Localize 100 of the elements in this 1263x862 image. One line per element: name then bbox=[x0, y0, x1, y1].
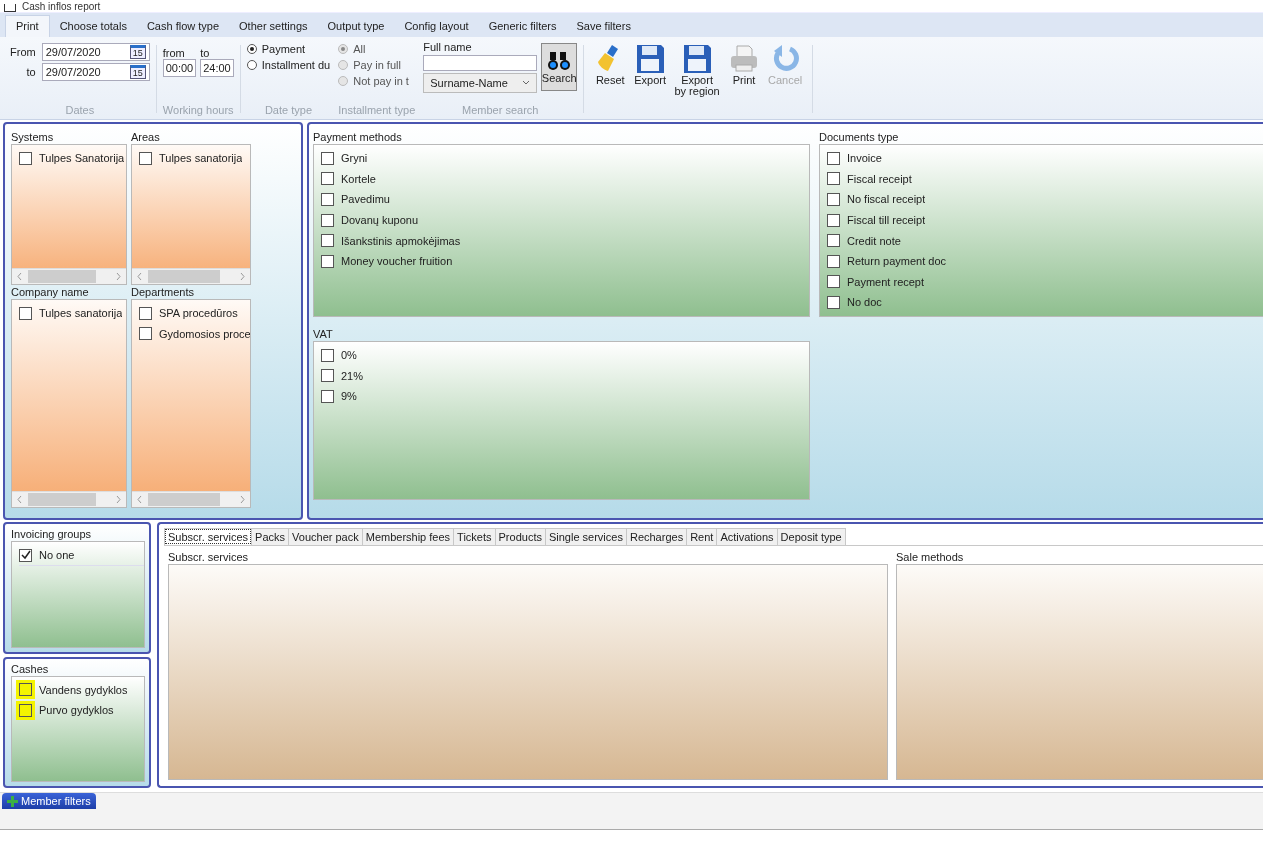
ribbon-tab[interactable]: Other settings bbox=[229, 16, 318, 37]
service-tab[interactable]: Membership fees bbox=[361, 528, 455, 545]
group-label: Working hours bbox=[162, 104, 234, 118]
ribbon-tab[interactable]: Print bbox=[5, 15, 50, 37]
service-tab[interactable]: Products bbox=[494, 528, 546, 545]
ribbon-tab[interactable]: Save filters bbox=[566, 16, 641, 37]
service-tab[interactable]: Tickets bbox=[453, 528, 496, 545]
checkbox-item[interactable]: Payment recept bbox=[827, 271, 1263, 293]
checkbox-item[interactable]: SPA procedūros bbox=[139, 303, 250, 324]
ribbon-tab[interactable]: Generic filters bbox=[478, 16, 567, 37]
list-title: Documents type bbox=[819, 130, 900, 144]
toolbar-button[interactable]: Print bbox=[726, 43, 763, 86]
checkbox-item[interactable]: Invoice bbox=[827, 148, 1263, 169]
service-tab[interactable]: Rent bbox=[686, 528, 718, 545]
checkbox[interactable] bbox=[827, 193, 840, 206]
checkbox-item[interactable]: Purvo gydyklos bbox=[19, 700, 144, 721]
checkbox-item[interactable]: 21% bbox=[321, 365, 809, 387]
checkbox[interactable] bbox=[321, 193, 334, 206]
checkbox[interactable] bbox=[321, 172, 334, 186]
checkbox-item[interactable]: Dovanų kuponu bbox=[321, 209, 809, 231]
checkbox-item[interactable]: Išankstinis apmokėjimas bbox=[321, 230, 809, 251]
checkbox-item[interactable]: Kortele bbox=[321, 168, 809, 190]
service-tab[interactable]: Packs bbox=[251, 528, 290, 545]
checkbox-item[interactable]: Gydomosios proce bbox=[139, 323, 250, 345]
checkbox[interactable] bbox=[139, 306, 152, 320]
checkbox-item[interactable]: 0% bbox=[321, 345, 809, 366]
checkbox[interactable] bbox=[827, 234, 840, 248]
checkbox[interactable] bbox=[827, 151, 840, 165]
checkbox[interactable] bbox=[139, 151, 152, 165]
checkbox[interactable] bbox=[19, 703, 32, 717]
list-title: VAT bbox=[313, 327, 334, 341]
checkbox[interactable] bbox=[321, 348, 334, 362]
service-tab[interactable]: Single services bbox=[544, 528, 627, 545]
checkbox[interactable] bbox=[321, 390, 334, 403]
checkbox-item[interactable]: No fiscal receipt bbox=[827, 189, 1263, 210]
checkbox[interactable] bbox=[19, 306, 32, 320]
list-title: Company name bbox=[11, 285, 90, 299]
checkbox[interactable] bbox=[139, 327, 152, 341]
from-time-field[interactable]: 00:00 bbox=[162, 59, 197, 77]
ribbon-tab[interactable]: Cash flow type bbox=[136, 16, 230, 37]
window-title: Cash inflos report bbox=[22, 2, 101, 12]
list-title: Invoicing groups bbox=[11, 527, 93, 541]
toolbar-button[interactable]: Export by region bbox=[672, 43, 723, 97]
checkbox[interactable] bbox=[321, 234, 334, 248]
service-tab[interactable]: Recharges bbox=[625, 528, 688, 545]
toolbar-button[interactable]: Export bbox=[632, 43, 669, 86]
checkbox-item[interactable]: No one bbox=[19, 545, 144, 566]
order-dropdown[interactable]: Surname-Name bbox=[423, 73, 538, 93]
to-time-field[interactable]: 24:00 bbox=[200, 59, 234, 77]
checkbox-item[interactable]: Credit note bbox=[827, 230, 1263, 251]
checkbox-item[interactable]: Gryni bbox=[321, 148, 809, 169]
checkbox[interactable] bbox=[827, 295, 840, 309]
checkbox-item[interactable]: Fiscal receipt bbox=[827, 168, 1263, 190]
to-label: to bbox=[25, 66, 36, 78]
toolbar-button[interactable]: Reset bbox=[592, 43, 629, 86]
checkbox[interactable] bbox=[19, 151, 32, 165]
checkbox[interactable] bbox=[827, 213, 840, 227]
checkbox[interactable] bbox=[19, 683, 32, 697]
checkbox-item[interactable]: Tulpes sanatorija bbox=[139, 148, 250, 169]
checkbox[interactable] bbox=[321, 213, 334, 227]
checkbox-item[interactable]: No doc bbox=[827, 292, 1263, 313]
list-title: Sale methods bbox=[896, 550, 965, 564]
search-button[interactable]: Search bbox=[541, 43, 578, 91]
member-filters-tab[interactable]: Member filters bbox=[2, 793, 96, 809]
calendar-icon[interactable]: 15 bbox=[129, 45, 146, 59]
checkbox-item[interactable]: Tulpes sanatorija bbox=[19, 303, 126, 324]
checkbox[interactable] bbox=[321, 369, 334, 383]
checkbox-item[interactable]: Return payment doc bbox=[827, 250, 1263, 272]
chevron-down-icon bbox=[522, 80, 531, 86]
checkbox[interactable] bbox=[827, 254, 840, 268]
checkbox-item[interactable]: 9% bbox=[321, 386, 809, 407]
checkbox-item[interactable]: Tulpes Sanatorija bbox=[19, 148, 126, 169]
checkbox-item[interactable]: Fiscal till receipt bbox=[827, 209, 1263, 231]
checkbox[interactable] bbox=[321, 151, 334, 165]
checkbox-item[interactable]: Vandens gydyklos bbox=[19, 679, 144, 701]
checkbox-item[interactable]: Pavedimu bbox=[321, 189, 809, 210]
radio-option[interactable]: Installment du bbox=[246, 59, 331, 71]
ribbon-tab[interactable]: Output type bbox=[317, 16, 395, 37]
calendar-icon[interactable]: 15 bbox=[129, 65, 146, 79]
checkbox[interactable] bbox=[827, 275, 840, 289]
checkbox-item[interactable]: Money voucher fruition bbox=[321, 250, 809, 272]
to-date-field[interactable]: 29/07/2020 15 bbox=[41, 63, 150, 81]
checkbox[interactable] bbox=[19, 548, 32, 562]
from-date-field[interactable]: 29/07/2020 15 bbox=[41, 43, 150, 61]
full-name-label: Full name bbox=[423, 41, 473, 53]
service-tab[interactable]: Deposit type bbox=[776, 528, 846, 545]
list-title: Payment methods bbox=[313, 130, 403, 144]
group-label: Dates bbox=[64, 104, 96, 118]
to-label: to bbox=[200, 47, 211, 59]
ribbon-tab[interactable]: Config layout bbox=[394, 16, 479, 37]
radio-option[interactable]: Payment bbox=[246, 43, 331, 55]
checkbox[interactable] bbox=[321, 254, 334, 268]
service-tab[interactable]: Activations bbox=[716, 528, 778, 545]
checkbox[interactable] bbox=[827, 172, 840, 186]
group-label: Installment type bbox=[338, 104, 416, 118]
service-tab[interactable]: Voucher pack bbox=[288, 528, 363, 545]
full-name-field[interactable] bbox=[423, 55, 538, 71]
ribbon-tab[interactable]: Choose totals bbox=[49, 16, 137, 37]
service-tab[interactable]: Subscr. services bbox=[164, 528, 253, 545]
list-title: Subscr. services bbox=[168, 550, 250, 564]
